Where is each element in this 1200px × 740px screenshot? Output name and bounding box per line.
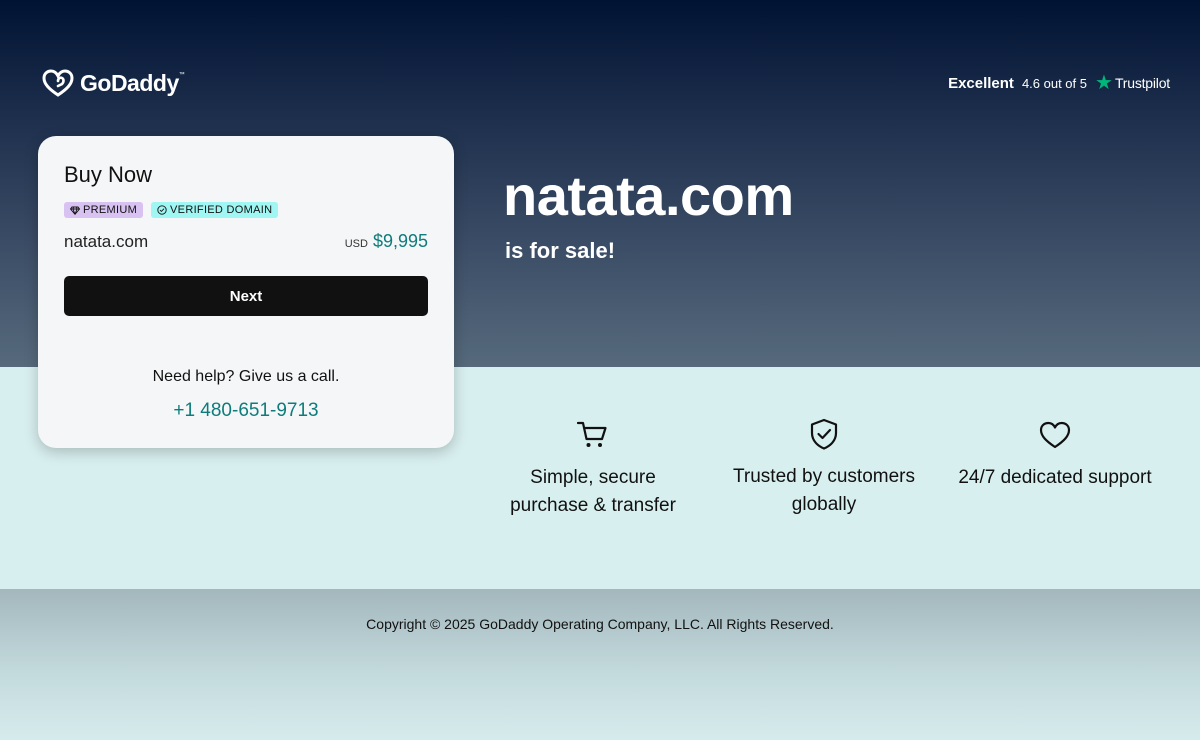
verified-badge-label: VERIFIED DOMAIN [170, 204, 273, 216]
feature-label: 24/7 dedicated support [958, 467, 1152, 488]
trustpilot-rating[interactable]: Excellent 4.6 out of 5 ★ Trustpilot [948, 73, 1170, 93]
card-domain-name: natata.com [64, 232, 149, 251]
for-sale-tagline: is for sale! [505, 238, 616, 263]
premium-badge-label: PREMIUM [83, 204, 138, 216]
cart-icon [576, 421, 607, 447]
price-currency: USD [344, 238, 368, 250]
feature-label: Simple, secure purchase & transfer [510, 467, 676, 516]
price-row: natata.com USD $9,995 [64, 231, 428, 252]
price-value: $9,995 [372, 231, 428, 251]
feature-secure-purchase: Simple, secure purchase & transfer [488, 420, 698, 520]
godaddy-logo[interactable]: GoDaddy ™ [41, 68, 185, 98]
trustpilot-brand: Trustpilot [1114, 75, 1170, 91]
verified-domain-badge: VERIFIED DOMAIN [151, 202, 279, 218]
premium-badge: PREMIUM [64, 202, 144, 218]
feature-trusted: Trusted by customers globally [714, 417, 934, 519]
domain-headline: natata.com [503, 164, 794, 227]
trustpilot-star-icon: ★ [1095, 72, 1113, 94]
buy-now-card: Buy Now PREMIUM VERIFIED DOMAIN natata.c… [38, 136, 454, 448]
feature-support: 24/7 dedicated support [940, 420, 1170, 492]
phone-link[interactable]: +1 480-651-9713 [64, 400, 428, 422]
godaddy-logo-icon [42, 69, 74, 97]
domain-badges: PREMIUM VERIFIED DOMAIN [64, 202, 428, 218]
diamond-icon [70, 206, 80, 215]
card-title: Buy Now [64, 162, 153, 187]
logo-trademark: ™ [178, 72, 185, 78]
trustpilot-score: 4.6 out of 5 [1021, 75, 1087, 91]
trustpilot-label: Excellent [948, 74, 1014, 92]
next-button[interactable]: Next [64, 276, 428, 316]
price-display: USD $9,995 [345, 231, 428, 252]
footer: Copyright © 2025 GoDaddy Operating Compa… [0, 589, 1200, 740]
check-circle-icon [157, 205, 167, 215]
feature-label: Trusted by customers globally [733, 466, 915, 515]
logo-text: GoDaddy [80, 69, 179, 96]
help-text: Need help? Give us a call. [152, 368, 340, 385]
shield-check-icon [810, 418, 838, 450]
heart-icon [1039, 421, 1071, 449]
copyright-text: Copyright © 2025 GoDaddy Operating Compa… [366, 616, 834, 632]
